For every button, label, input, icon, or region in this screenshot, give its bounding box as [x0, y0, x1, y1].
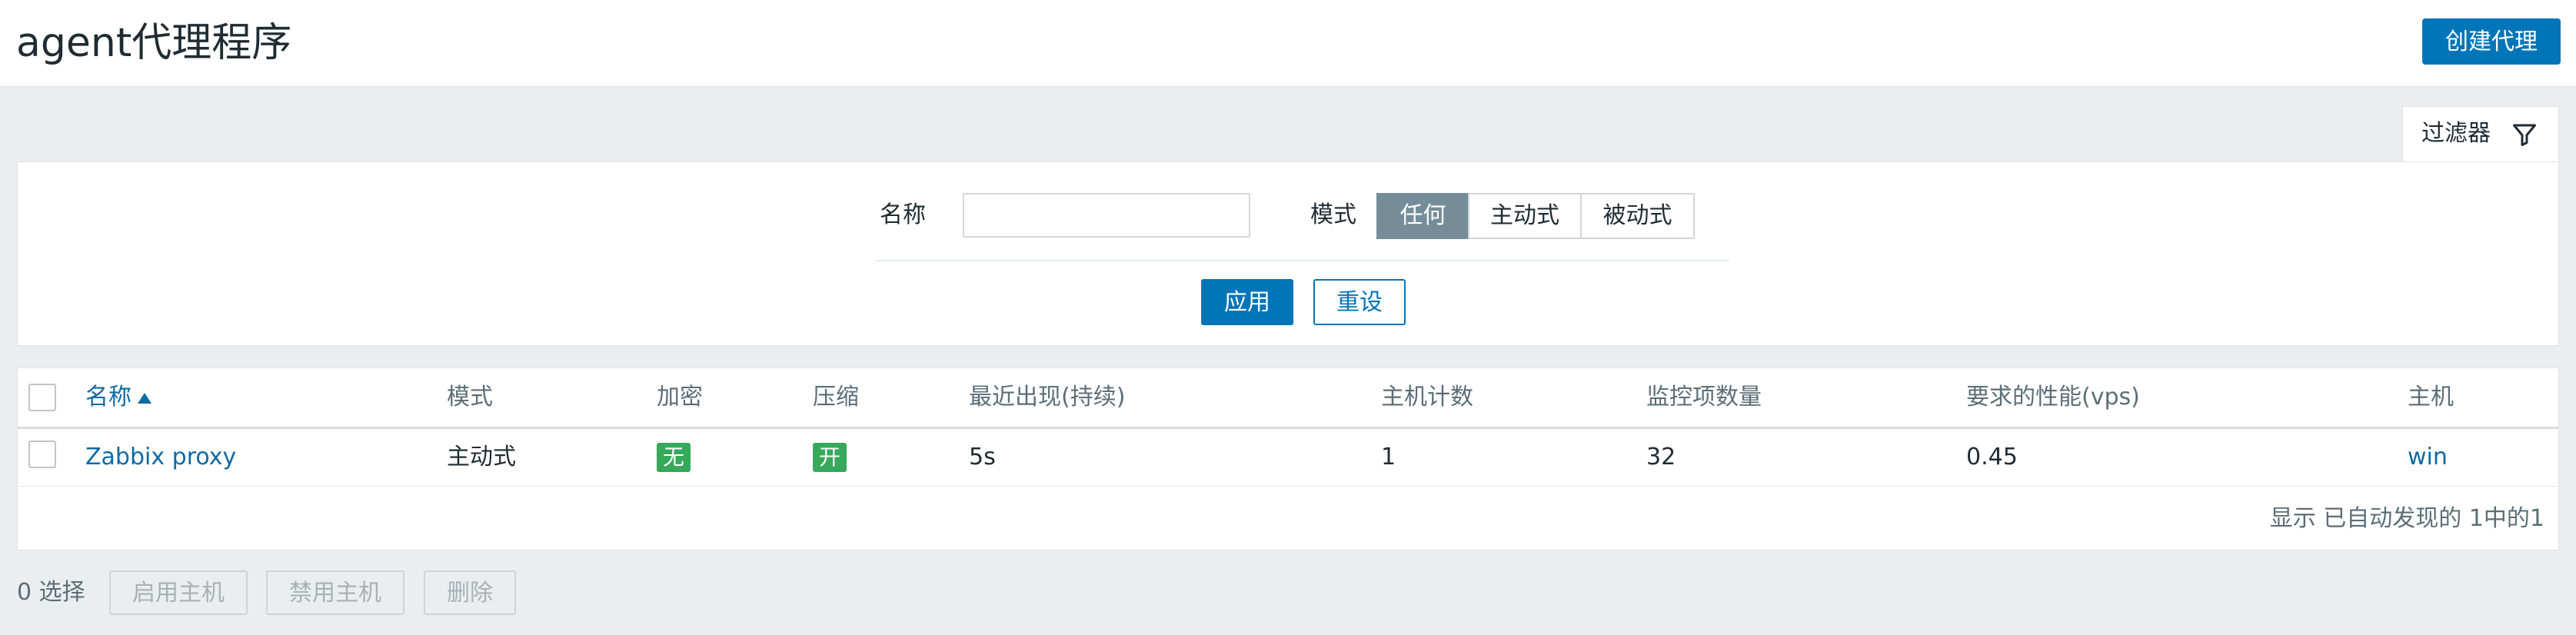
filter-divider	[876, 260, 1729, 261]
table-header-row: 名称 模式 加密 压缩 最近出现(持续) 主机计数 监控项数量 要求的性能(vp…	[18, 368, 2558, 429]
host-link[interactable]: win	[2408, 429, 2448, 486]
proxy-mode: 主动式	[447, 444, 516, 470]
column-header-hosts: 主机	[2408, 384, 2454, 411]
reset-button[interactable]: 重设	[1313, 279, 1406, 325]
filter-panel: 名称 模式 任何 主动式 被动式 应用 重设	[17, 161, 2559, 346]
required-performance-value: 0.45	[1966, 444, 2018, 470]
column-header-name-label: 名称	[85, 384, 131, 411]
apply-button[interactable]: 应用	[1201, 279, 1293, 325]
compression-cell: 开	[813, 429, 847, 486]
column-header-encryption: 加密	[657, 384, 703, 411]
table-paging-summary: 显示 已自动发现的 1中的1	[2269, 505, 2544, 532]
name-filter-label: 名称	[880, 201, 926, 228]
disable-hosts-button[interactable]: 禁用主机	[266, 570, 404, 615]
delete-button[interactable]: 删除	[424, 570, 516, 615]
column-header-item-count: 监控项数量	[1646, 384, 1762, 411]
selected-count: 0 选择	[17, 579, 85, 606]
create-proxy-button[interactable]: 创建代理	[2422, 18, 2561, 65]
column-header-last-seen: 最近出现(持续)	[969, 384, 1126, 411]
select-all-checkbox[interactable]	[28, 384, 56, 411]
proxy-name-link[interactable]: Zabbix proxy	[85, 429, 236, 486]
page-title: agent代理程序	[16, 20, 292, 66]
encryption-badge: 无	[657, 443, 691, 472]
mode-option-passive[interactable]: 被动式	[1580, 193, 1695, 239]
table-row: Zabbix proxy 主动式 无 开 5s 1 32 0.45 win	[18, 429, 2558, 487]
sort-ascending-icon	[138, 392, 151, 404]
name-filter-input[interactable]	[963, 193, 1250, 238]
column-header-required-performance: 要求的性能(vps)	[1966, 384, 2140, 411]
page-header: agent代理程序 创建代理	[0, 0, 2576, 87]
compression-badge: 开	[813, 443, 847, 472]
proxy-table: 名称 模式 加密 压缩 最近出现(持续) 主机计数 监控项数量 要求的性能(vp…	[17, 367, 2559, 550]
action-bar: 0 选择 启用主机 禁用主机 删除	[0, 566, 2576, 620]
filter-icon	[2513, 124, 2536, 146]
row-checkbox[interactable]	[28, 441, 56, 468]
column-header-host-count: 主机计数	[1381, 384, 1473, 411]
filter-tab[interactable]: 过滤器	[2402, 106, 2559, 161]
item-count-value: 32	[1646, 444, 1676, 470]
host-count-value: 1	[1381, 444, 1396, 470]
filter-tab-label: 过滤器	[2421, 120, 2491, 147]
column-header-compression: 压缩	[813, 384, 859, 411]
enable-hosts-button[interactable]: 启用主机	[109, 570, 248, 615]
mode-option-any[interactable]: 任何	[1376, 193, 1469, 239]
encryption-cell: 无	[657, 429, 691, 486]
mode-option-active[interactable]: 主动式	[1468, 193, 1582, 239]
last-seen-value: 5s	[969, 444, 996, 470]
column-header-mode: 模式	[447, 384, 493, 411]
mode-filter-label: 模式	[1310, 201, 1356, 228]
column-header-name[interactable]: 名称	[85, 368, 151, 427]
